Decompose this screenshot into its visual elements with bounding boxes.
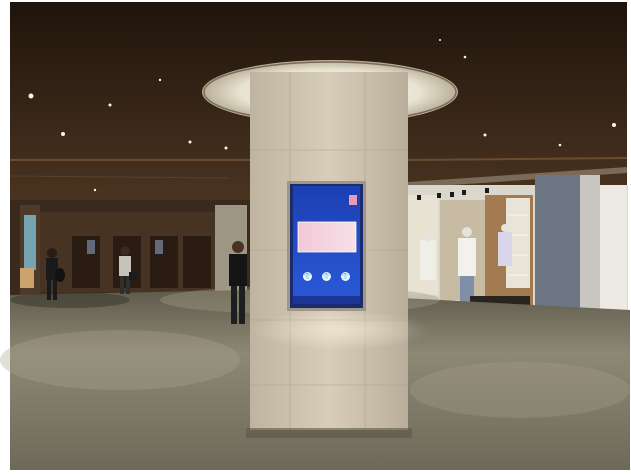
shirt-icon[interactable]: 👕 [303,272,312,281]
shirt-icon[interactable]: 👕 [341,272,350,281]
kiosk-display[interactable]: 👕 👕 👕 [293,186,360,304]
shirt-icon[interactable]: 👕 [322,272,331,281]
photo-scene: 👕 👕 👕 [0,0,631,476]
kiosk-status-bar [293,186,360,192]
